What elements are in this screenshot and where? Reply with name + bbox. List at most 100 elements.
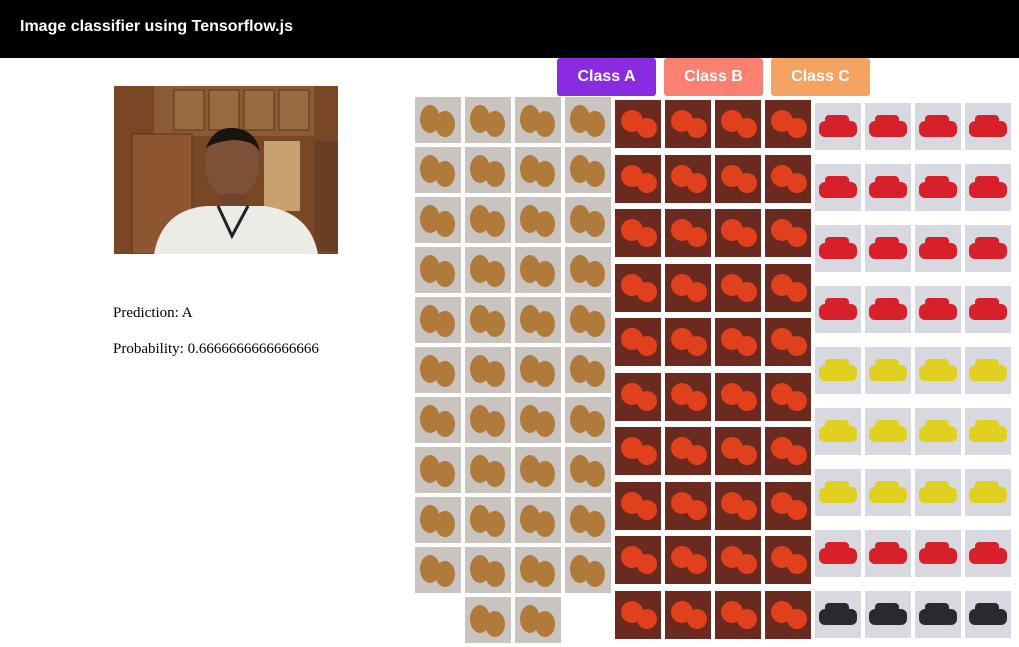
sample-thumbnail (665, 427, 711, 475)
sample-thumbnail (615, 591, 661, 639)
sample-thumbnail (715, 318, 761, 366)
sample-thumbnail (915, 591, 961, 638)
sample-thumbnail (415, 197, 461, 243)
sample-thumbnail (665, 536, 711, 584)
sample-thumbnail (865, 591, 911, 638)
sample-thumbnail (665, 482, 711, 530)
sample-thumbnail (465, 347, 511, 393)
sample-thumbnail (515, 547, 561, 593)
sample-thumbnail (865, 408, 911, 455)
sample-thumbnail (815, 103, 861, 150)
sample-thumbnail (415, 447, 461, 493)
sample-thumbnail (565, 547, 611, 593)
sample-thumbnail (965, 591, 1011, 638)
class-a-button[interactable]: Class A (557, 58, 656, 96)
sample-thumbnail (465, 547, 511, 593)
sample-thumbnail (665, 155, 711, 203)
sample-thumbnail (415, 547, 461, 593)
sample-thumbnail (765, 482, 811, 530)
sample-thumbnail (415, 297, 461, 343)
sample-thumbnail (715, 100, 761, 148)
sample-thumbnail (765, 264, 811, 312)
sample-thumbnail (465, 297, 511, 343)
sample-thumbnail (915, 469, 961, 516)
sample-thumbnail (865, 286, 911, 333)
sample-thumbnail (815, 469, 861, 516)
sample-thumbnail (715, 427, 761, 475)
sample-thumbnail (615, 427, 661, 475)
sample-thumbnail (465, 247, 511, 293)
sample-thumbnail (865, 103, 911, 150)
sample-thumbnail (565, 297, 611, 343)
sample-thumbnail (515, 97, 561, 143)
probability-text: Probability: 0.6666666666666666 (113, 341, 319, 357)
sample-thumbnail (815, 591, 861, 638)
sample-thumbnail (515, 497, 561, 543)
sample-thumbnail (965, 103, 1011, 150)
sample-thumbnail (565, 197, 611, 243)
sample-thumbnail (765, 536, 811, 584)
sample-thumbnail (865, 347, 911, 394)
sample-thumbnail (665, 318, 711, 366)
sample-thumbnail (765, 427, 811, 475)
sample-thumbnail (965, 530, 1011, 577)
sample-thumbnail (465, 397, 511, 443)
sample-thumbnail (715, 264, 761, 312)
sample-thumbnail (565, 247, 611, 293)
sample-thumbnail (865, 469, 911, 516)
sample-thumbnail (715, 155, 761, 203)
sample-thumbnail (615, 155, 661, 203)
app-title: Image classifier using Tensorflow.js (20, 18, 293, 35)
sample-thumbnail (465, 497, 511, 543)
sample-thumbnail (765, 209, 811, 257)
sample-thumbnail (665, 100, 711, 148)
sample-thumbnail (715, 209, 761, 257)
sample-thumbnail (765, 591, 811, 639)
sample-thumbnail (515, 147, 561, 193)
sample-thumbnail (665, 209, 711, 257)
sample-thumbnail (465, 447, 511, 493)
sample-thumbnail (615, 482, 661, 530)
sample-thumbnail (465, 597, 511, 643)
sample-thumbnail (715, 373, 761, 421)
sample-thumbnail (615, 100, 661, 148)
sample-thumbnail (765, 100, 811, 148)
sample-thumbnail (565, 447, 611, 493)
sample-thumbnail (965, 164, 1011, 211)
sample-thumbnail (465, 97, 511, 143)
sample-thumbnail (915, 347, 961, 394)
sample-thumbnail (665, 591, 711, 639)
sample-thumbnail (865, 530, 911, 577)
sample-thumbnail (915, 286, 961, 333)
sample-thumbnail (565, 347, 611, 393)
sample-thumbnail (515, 347, 561, 393)
sample-thumbnail (665, 264, 711, 312)
sample-thumbnail (765, 318, 811, 366)
sample-thumbnail (515, 297, 561, 343)
sample-thumbnail (715, 482, 761, 530)
class-b-button[interactable]: Class B (664, 58, 763, 96)
sample-thumbnail (515, 447, 561, 493)
sample-thumbnail (515, 197, 561, 243)
sample-thumbnail (915, 530, 961, 577)
sample-thumbnail (965, 286, 1011, 333)
webcam-video (114, 86, 338, 254)
sample-thumbnail (965, 469, 1011, 516)
sample-thumbnail (915, 103, 961, 150)
sample-thumbnail (965, 225, 1011, 272)
sample-thumbnail (615, 536, 661, 584)
sample-thumbnail (465, 197, 511, 243)
class-c-button[interactable]: Class C (771, 58, 870, 96)
sample-thumbnail (915, 225, 961, 272)
sample-thumbnail (615, 264, 661, 312)
sample-thumbnail (415, 497, 461, 543)
sample-thumbnail (515, 397, 561, 443)
app-header: Image classifier using Tensorflow.js (0, 0, 1019, 58)
sample-thumbnail (565, 97, 611, 143)
sample-thumbnail (565, 497, 611, 543)
sample-thumbnail (715, 591, 761, 639)
sample-thumbnail (865, 164, 911, 211)
sample-thumbnail (615, 373, 661, 421)
sample-thumbnail (615, 318, 661, 366)
sample-thumbnail (815, 164, 861, 211)
